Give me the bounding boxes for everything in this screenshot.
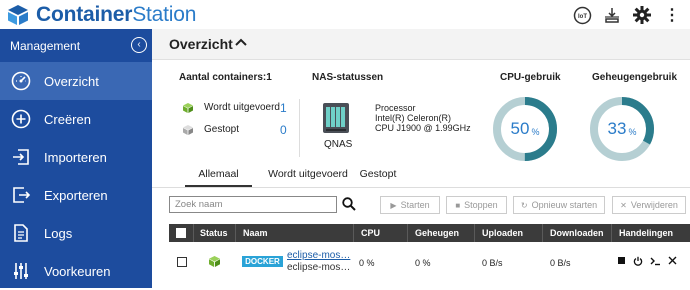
sliders-icon: [11, 261, 31, 281]
running-status-icon: [209, 256, 220, 267]
upload-value: 0 B/s: [482, 258, 503, 268]
main-content: Overzicht Aantal containers:1 Wordt uitg…: [152, 29, 690, 288]
column-header-handelingen: Handelingen: [619, 228, 674, 238]
cpu-gauge-value: 50%: [510, 119, 540, 138]
stop-button[interactable]: ■ Stoppen: [446, 196, 507, 214]
sidebar-item-label: Importeren: [44, 149, 107, 165]
sidebar-item-label: Voorkeuren: [44, 263, 111, 279]
sidebar-item-exporteren[interactable]: Exporteren: [0, 176, 152, 214]
container-name-link[interactable]: eclipse-mos…: [287, 250, 350, 261]
cpu-usage-label: CPU-gebruik: [500, 72, 561, 83]
memory-gauge-value: 33%: [607, 119, 637, 138]
cpu-value: 0 %: [359, 258, 375, 268]
stopped-cube-icon: [183, 124, 193, 135]
table-row[interactable]: DOCKER eclipse-mos… eclipse-mos… 0 % 0 %…: [169, 243, 690, 279]
processor-line: Processor: [375, 103, 416, 113]
column-header-cpu[interactable]: CPU: [361, 224, 380, 242]
restart-icon: ↻: [520, 200, 528, 210]
delete-button[interactable]: ✕ Verwijderen: [612, 196, 686, 214]
tab-wordt-uitgevoerd[interactable]: Wordt uitgevoerd: [252, 165, 364, 185]
stopped-status-row[interactable]: Gestopt: [183, 124, 239, 135]
stop-icon[interactable]: [616, 256, 626, 266]
sidebar-item-label: Exporteren: [44, 187, 108, 203]
brand-part-station: Station: [132, 3, 197, 26]
close-icon: ✕: [620, 200, 627, 210]
play-icon: ▶: [390, 200, 397, 210]
sidebar-title: Management: [10, 38, 81, 53]
tab-gestopt[interactable]: Gestopt: [352, 165, 404, 185]
running-label: Wordt uitgevoerd: [204, 102, 280, 113]
sidebar-item-importeren[interactable]: Importeren: [0, 138, 152, 176]
top-bar: ContainerStation IoT ⋮: [0, 0, 690, 29]
overview-header: Overzicht: [152, 29, 690, 60]
containers-count-label: Aantal containers:1: [179, 72, 272, 83]
running-status-row[interactable]: Wordt uitgevoerd: [183, 102, 280, 113]
container-image-name: eclipse-mos…: [287, 262, 351, 273]
more-icon[interactable]: ⋮: [662, 5, 682, 25]
search-input[interactable]: [169, 196, 337, 213]
sidebar-item-label: Creëren: [44, 111, 91, 127]
app-brand: ContainerStation: [36, 3, 196, 27]
select-all-checkbox[interactable]: [176, 228, 186, 238]
running-cube-icon: [183, 102, 193, 113]
stopped-label: Gestopt: [204, 124, 240, 135]
processor-info: Processor Intel(R) Celeron(R) CPU J1900 …: [375, 103, 471, 133]
brand-part-container: Container: [36, 3, 133, 26]
plus-icon: [11, 109, 31, 129]
svg-text:IoT: IoT: [578, 14, 587, 20]
start-button[interactable]: ▶ Starten: [380, 196, 440, 214]
memory-usage-label: Geheugengebruik: [592, 72, 678, 83]
sidebar-item-voorkeuren[interactable]: Voorkeuren: [0, 252, 152, 290]
section-divider: [299, 99, 300, 157]
memory-value: 0 %: [415, 258, 431, 268]
sidebar-item-creeren[interactable]: Creëren: [0, 100, 152, 138]
gauge-icon: [11, 71, 31, 91]
column-header-uploaden[interactable]: Uploaden: [482, 224, 523, 242]
gear-icon[interactable]: [632, 5, 652, 25]
sidebar-item-logs[interactable]: Logs: [0, 214, 152, 252]
sidebar: Management ‹ Overzicht Creëren Importere…: [0, 29, 152, 288]
restart-button[interactable]: ↻ Opnieuw starten: [513, 196, 605, 214]
import-icon: [11, 147, 31, 167]
export-icon: [11, 185, 31, 205]
column-header-geheugen[interactable]: Geheugen: [415, 224, 459, 242]
chevron-up-icon[interactable]: [234, 35, 248, 49]
column-header-downloaden[interactable]: Downloaden: [550, 224, 604, 242]
document-icon: [11, 223, 31, 243]
memory-gauge: 33%: [589, 96, 655, 162]
column-header-naam[interactable]: Naam: [243, 224, 268, 242]
tab-allemaal[interactable]: Allemaal: [185, 165, 252, 187]
container-type-badge: DOCKER: [242, 256, 283, 267]
stop-square-icon: ■: [455, 200, 461, 210]
power-icon[interactable]: [633, 256, 643, 266]
processor-line: CPU J1900 @ 1.99GHz: [375, 123, 471, 133]
row-checkbox[interactable]: [177, 257, 187, 267]
sidebar-header: Management ‹: [0, 29, 152, 62]
queue-icon[interactable]: [602, 5, 622, 25]
sidebar-item-label: Logs: [44, 225, 73, 241]
processor-line: Intel(R) Celeron(R): [375, 113, 452, 123]
running-count[interactable]: 1: [280, 101, 287, 115]
sidebar-item-overzicht[interactable]: Overzicht: [0, 62, 152, 100]
close-icon[interactable]: [667, 256, 677, 266]
terminal-icon[interactable]: [650, 256, 660, 266]
page-title: Overzicht: [169, 36, 233, 52]
cpu-gauge: 50%: [492, 96, 558, 162]
nas-device-icon: [323, 103, 349, 133]
table-header: Status Naam CPU Geheugen Uploaden Downlo…: [169, 224, 690, 242]
download-value: 0 B/s: [550, 258, 571, 268]
stopped-count[interactable]: 0: [280, 123, 287, 137]
iot-icon[interactable]: IoT: [572, 5, 592, 25]
search-icon[interactable]: [342, 197, 356, 211]
container-filter-tabs: Allemaal Wordt uitgevoerd Gestopt: [152, 165, 690, 188]
sidebar-item-label: Overzicht: [44, 73, 99, 89]
row-actions: [616, 256, 677, 266]
column-header-status[interactable]: Status: [200, 224, 228, 242]
nas-status-label: NAS-statussen: [312, 72, 384, 83]
header-icons: IoT ⋮: [572, 5, 682, 25]
nas-name: QNAS: [324, 139, 353, 150]
container-station-logo: [8, 5, 28, 25]
collapse-sidebar-icon[interactable]: ‹: [131, 37, 147, 53]
